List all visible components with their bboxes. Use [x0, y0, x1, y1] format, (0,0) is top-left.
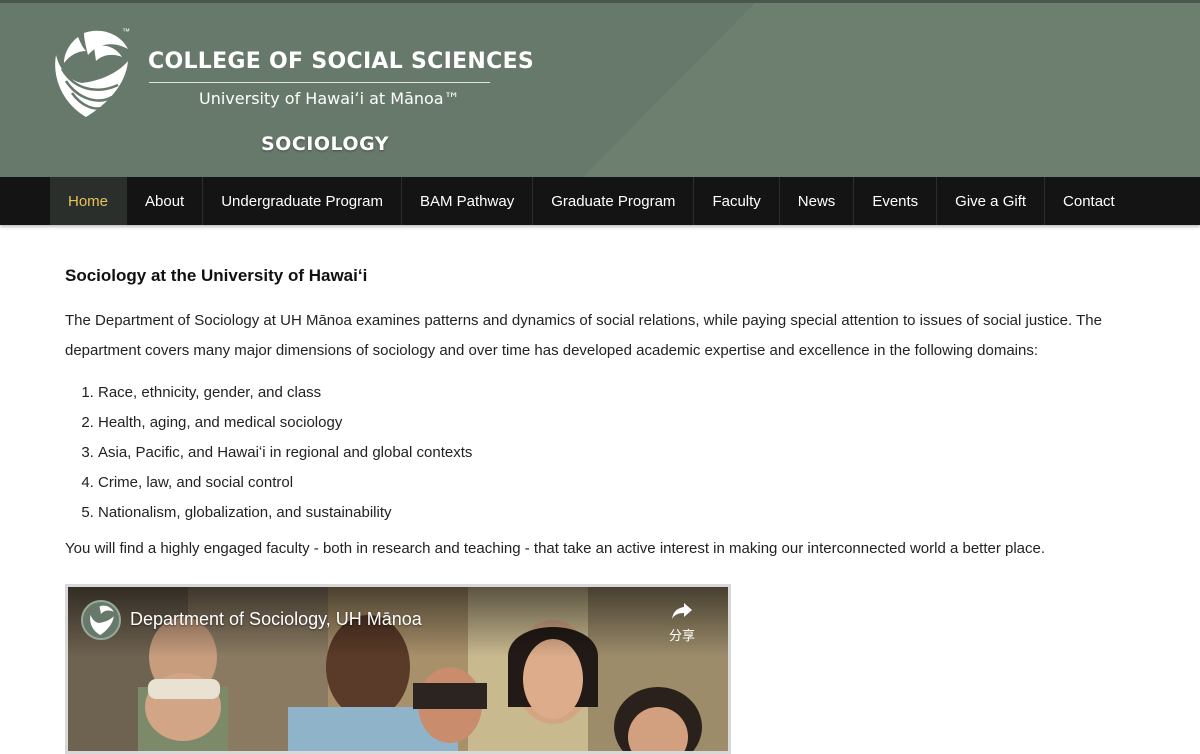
- logo-trademark: ™: [122, 27, 130, 36]
- video-title[interactable]: Department of Sociology, UH Mānoa: [130, 609, 422, 630]
- video-embed[interactable]: Department of Sociology, UH Mānoa 分享: [65, 584, 731, 754]
- nav-item-undergraduate-program[interactable]: Undergraduate Program: [203, 177, 402, 225]
- title-divider: [149, 82, 490, 83]
- nav-item-faculty[interactable]: Faculty: [694, 177, 780, 225]
- nav-item-events[interactable]: Events: [854, 177, 938, 225]
- page-heading: Sociology at the University of Hawaiʻi: [65, 266, 368, 285]
- domain-list: Race, ethnicity, gender, and class Healt…: [65, 378, 1135, 528]
- intro-paragraph: The Department of Sociology at UH Mānoa …: [65, 312, 1102, 359]
- nav-item-news[interactable]: News: [780, 177, 855, 225]
- header-background-pattern: [582, 3, 1200, 177]
- main-content: Sociology at the University of Hawaiʻi T…: [65, 262, 1135, 562]
- closing-paragraph: You will find a highly engaged faculty -…: [65, 540, 1046, 557]
- nav-item-graduate-program[interactable]: Graduate Program: [533, 177, 695, 225]
- nav-item-bam-pathway[interactable]: BAM Pathway: [402, 177, 534, 225]
- nav-list: Home About Undergraduate Program BAM Pat…: [50, 177, 1133, 225]
- share-arrow-icon: [672, 603, 692, 619]
- channel-logo-icon: [90, 605, 114, 635]
- university-subtitle[interactable]: University of Hawaiʻi at Mānoa™: [199, 89, 460, 108]
- nav-item-home[interactable]: Home: [50, 177, 128, 225]
- list-item: Crime, law, and social control: [98, 468, 1135, 498]
- nav-item-give-a-gift[interactable]: Give a Gift: [937, 177, 1046, 225]
- nav-item-about[interactable]: About: [127, 177, 204, 225]
- site-header: ™ COLLEGE OF SOCIAL SCIENCES University …: [0, 0, 1200, 177]
- nav-item-contact[interactable]: Contact: [1045, 177, 1133, 225]
- list-item: Race, ethnicity, gender, and class: [98, 378, 1135, 408]
- share-button[interactable]: 分享: [662, 601, 702, 649]
- list-item: Asia, Pacific, and Hawaiʻi in regional a…: [98, 438, 1135, 468]
- department-title[interactable]: SOCIOLOGY: [261, 133, 389, 155]
- share-label: 分享: [668, 629, 695, 644]
- list-item: Nationalism, globalization, and sustaina…: [98, 498, 1135, 528]
- college-title[interactable]: COLLEGE OF SOCIAL SCIENCES: [148, 49, 534, 74]
- main-nav: Home About Undergraduate Program BAM Pat…: [0, 177, 1200, 225]
- college-logo-icon[interactable]: [48, 25, 132, 121]
- list-item: Health, aging, and medical sociology: [98, 408, 1135, 438]
- channel-avatar[interactable]: [81, 600, 121, 640]
